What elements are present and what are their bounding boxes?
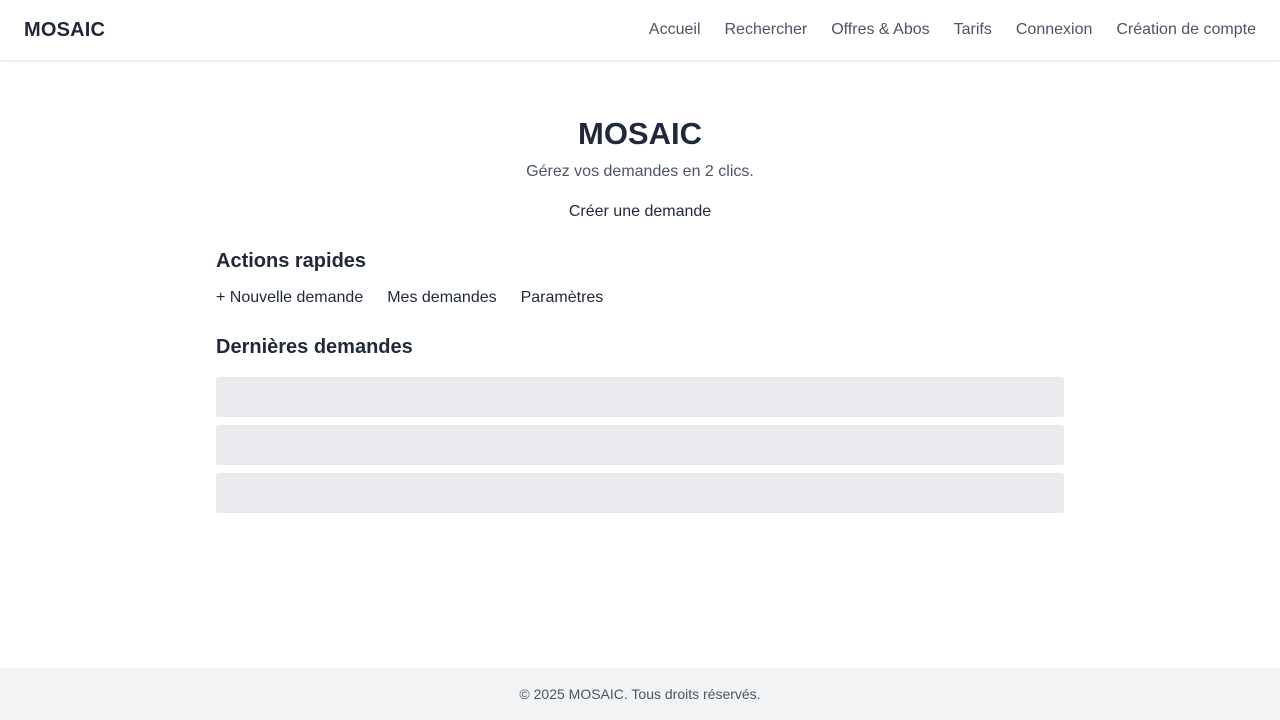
- brand-logo-link[interactable]: MOSAIC: [24, 19, 105, 42]
- nav-link-rechercher[interactable]: Rechercher: [725, 21, 808, 39]
- page-footer: © 2025 MOSAIC. Tous droits réservés.: [0, 668, 1280, 720]
- main-nav: Accueil Rechercher Offres & Abos Tarifs …: [649, 21, 1256, 39]
- quick-actions-title: Actions rapides: [216, 250, 367, 272]
- nav-link-creation-compte[interactable]: Création de compte: [1116, 21, 1256, 39]
- nav-link-accueil[interactable]: Accueil: [649, 21, 701, 39]
- quick-actions-section: Actions rapides + Nouvelle demande Mes d…: [216, 249, 1064, 308]
- footer-copyright: © 2025 MOSAIC. Tous droits réservés.: [519, 686, 761, 702]
- my-requests-link[interactable]: Mes demandes: [387, 288, 496, 308]
- settings-link[interactable]: Paramètres: [521, 288, 604, 308]
- recent-requests-title: Dernières demandes: [216, 336, 413, 358]
- main-content: MOSAIC Gérez vos demandes en 2 clics. Cr…: [0, 60, 1280, 668]
- loading-placeholder-row: [216, 473, 1064, 513]
- loading-placeholder-row: [216, 425, 1064, 465]
- nav-link-tarifs[interactable]: Tarifs: [954, 21, 992, 39]
- create-request-button[interactable]: Créer une demande: [569, 202, 711, 222]
- nav-link-offres-abos[interactable]: Offres & Abos: [831, 21, 929, 39]
- hero-subtitle: Gérez vos demandes en 2 clics.: [526, 163, 754, 180]
- new-request-link[interactable]: + Nouvelle demande: [216, 288, 363, 308]
- recent-requests-section: Dernières demandes: [216, 335, 1064, 513]
- hero-section: MOSAIC Gérez vos demandes en 2 clics. Cr…: [0, 116, 1280, 222]
- hero-title: MOSAIC: [578, 116, 702, 151]
- top-navbar: MOSAIC Accueil Rechercher Offres & Abos …: [0, 0, 1280, 60]
- quick-actions-list: + Nouvelle demande Mes demandes Paramètr…: [216, 288, 1064, 308]
- nav-link-connexion[interactable]: Connexion: [1016, 21, 1093, 39]
- loading-placeholder-row: [216, 377, 1064, 417]
- recent-requests-list: [216, 377, 1064, 513]
